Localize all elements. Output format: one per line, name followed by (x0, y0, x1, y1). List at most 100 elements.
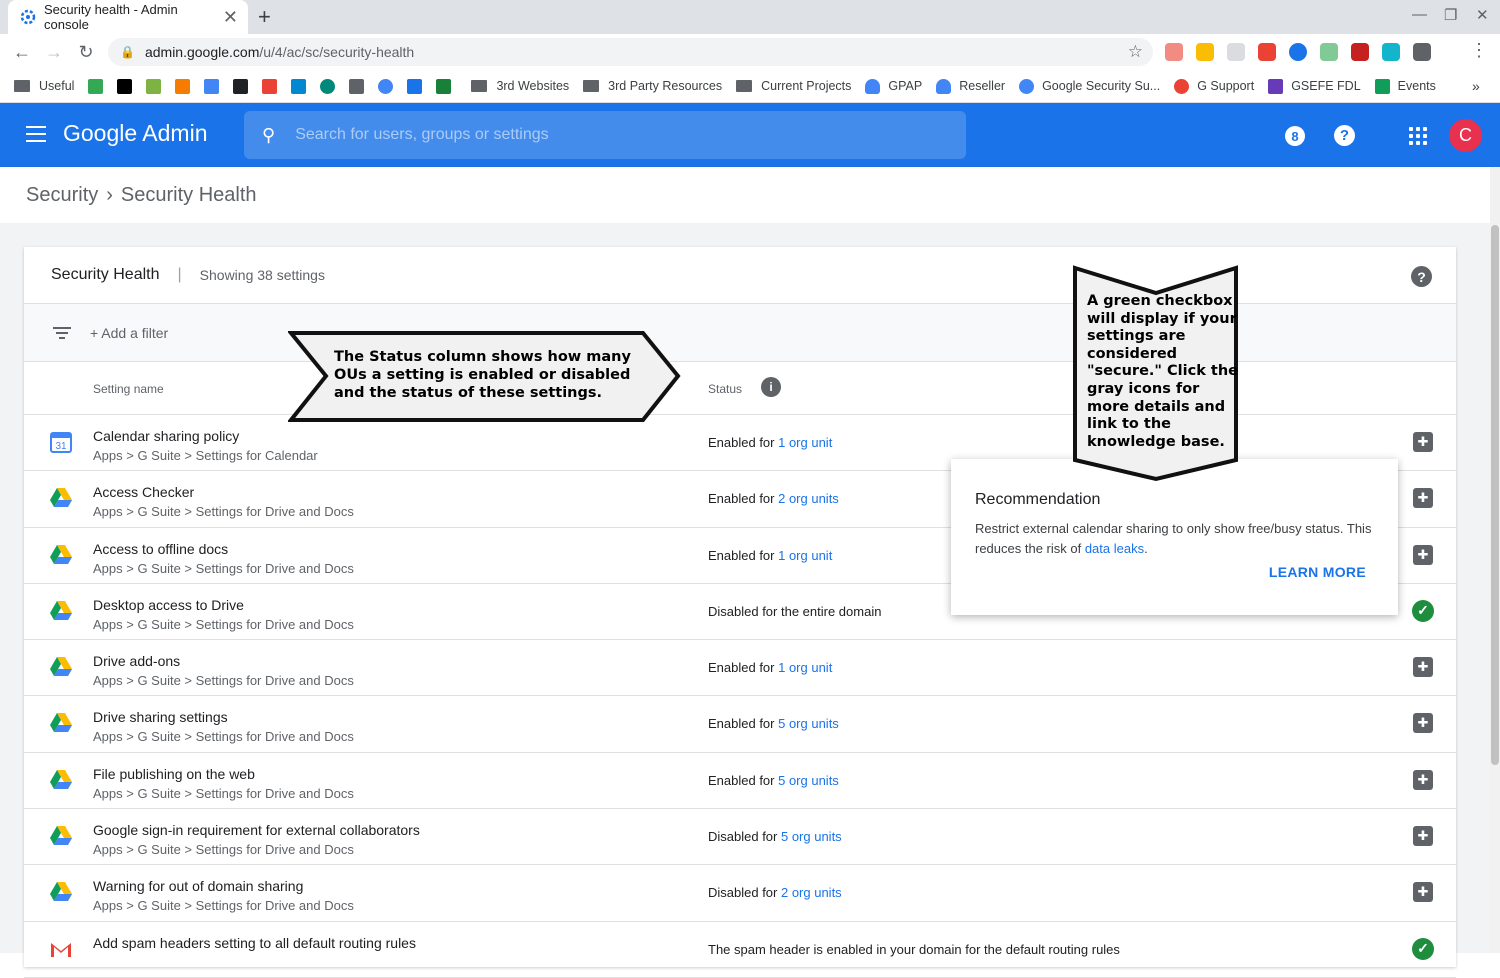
close-tab-icon[interactable]: ✕ (223, 7, 238, 28)
table-row[interactable]: Add spam headers setting to all default … (24, 922, 1456, 978)
table-row[interactable]: Warning for out of domain sharing Apps > … (24, 865, 1456, 922)
column-status[interactable]: Status (708, 382, 742, 396)
back-icon[interactable]: ← (6, 42, 38, 63)
setting-name[interactable]: Warning for out of domain sharing (93, 878, 303, 894)
bookmark-icon[interactable] (436, 78, 452, 94)
extension-icon[interactable] (1351, 43, 1369, 61)
bookmark-reseller[interactable]: Reseller (936, 78, 1005, 94)
bookmark-icon[interactable] (88, 78, 104, 94)
status-info-icon[interactable]: i (761, 377, 781, 397)
org-units-link[interactable]: 5 org units (781, 829, 842, 844)
column-setting-name[interactable]: Setting name (93, 382, 164, 396)
setting-name[interactable]: File publishing on the web (93, 766, 255, 782)
extension-icon[interactable] (1382, 43, 1400, 61)
setting-status: The spam header is enabled in your domai… (708, 942, 1120, 957)
google-admin-logo[interactable]: Google Admin (63, 120, 207, 147)
bookmark-g-support[interactable]: G Support (1174, 78, 1254, 94)
extension-icon[interactable] (1196, 43, 1214, 61)
recommendation-icon[interactable]: ✚ (1413, 488, 1433, 509)
filter-icon[interactable] (52, 324, 72, 342)
admin-search-box[interactable]: ⚲ (244, 111, 966, 159)
org-units-link[interactable]: 5 org units (778, 773, 839, 788)
table-row[interactable]: Drive add-ons Apps > G Suite > Settings f… (24, 640, 1456, 697)
org-units-link[interactable]: 2 org units (781, 885, 842, 900)
bookmark-icon[interactable] (349, 78, 365, 94)
avatar[interactable]: C (1449, 119, 1482, 152)
recommendation-icon[interactable]: ✚ (1413, 769, 1433, 790)
new-tab-icon[interactable]: + (258, 4, 271, 30)
extension-icon[interactable] (1413, 43, 1431, 61)
extension-icon[interactable] (1289, 43, 1307, 61)
minimize-icon[interactable]: — (1412, 6, 1427, 23)
table-row[interactable]: File publishing on the web Apps > G Suite… (24, 753, 1456, 810)
bookmark-icon[interactable] (233, 78, 249, 94)
setting-name[interactable]: Drive sharing settings (93, 709, 228, 725)
org-units-link[interactable]: 5 org units (778, 716, 839, 731)
main-menu-icon[interactable] (26, 126, 46, 147)
setting-name[interactable]: Add spam headers setting to all default … (93, 935, 416, 951)
recommendation-icon[interactable]: ✚ (1413, 713, 1433, 734)
bookmark-icon[interactable] (291, 78, 307, 94)
scrollbar-thumb[interactable] (1491, 225, 1499, 765)
page-scrollbar[interactable] (1490, 167, 1500, 953)
secure-check-icon[interactable]: ✓ (1412, 599, 1434, 622)
card-help-icon[interactable]: ? (1411, 266, 1432, 287)
setting-name[interactable]: Access Checker (93, 484, 194, 500)
bookmark-icon[interactable] (117, 78, 133, 94)
bookmark-useful[interactable]: Useful (14, 79, 74, 93)
more-bookmarks-icon[interactable]: » (1472, 78, 1480, 94)
setting-name[interactable]: Desktop access to Drive (93, 597, 244, 613)
table-row[interactable]: Google sign-in requirement for external … (24, 809, 1456, 866)
reload-icon[interactable]: ↻ (70, 42, 102, 63)
search-input[interactable] (295, 126, 896, 144)
extension-icon[interactable] (1258, 43, 1276, 61)
bookmark-3rd-party-resources[interactable]: 3rd Party Resources (583, 79, 722, 93)
restore-icon[interactable]: ❐ (1444, 6, 1457, 24)
bookmark-icon[interactable] (204, 78, 220, 94)
bookmark-icon[interactable] (262, 78, 278, 94)
setting-name[interactable]: Google sign-in requirement for external … (93, 822, 420, 838)
recommendation-icon[interactable]: ✚ (1413, 882, 1433, 903)
add-filter-button[interactable]: + Add a filter (90, 325, 168, 341)
recommendation-icon[interactable]: ✚ (1413, 657, 1433, 678)
notifications-icon[interactable]: 8 (1285, 126, 1305, 146)
data-leaks-link[interactable]: data leaks (1085, 541, 1144, 556)
bookmark-events[interactable]: Events (1374, 78, 1436, 94)
bookmark-icon[interactable] (407, 78, 423, 94)
window-close-icon[interactable]: ✕ (1476, 6, 1489, 24)
org-units-link[interactable]: 1 org unit (778, 660, 832, 675)
extension-icon[interactable] (1227, 43, 1245, 61)
setting-name[interactable]: Access to offline docs (93, 541, 228, 557)
recommendation-icon[interactable]: ✚ (1413, 826, 1433, 847)
bookmark-star-icon[interactable]: ☆ (1128, 42, 1143, 62)
address-bar[interactable]: 🔒 admin.google.com/u/4/ac/sc/security-he… (108, 38, 1153, 66)
bookmark-gsefe-fdl[interactable]: GSEFE FDL (1268, 78, 1361, 94)
bookmark-icon[interactable] (146, 78, 162, 94)
callout-line: The Status column shows how many (334, 349, 631, 365)
recommendation-icon[interactable]: ✚ (1413, 432, 1433, 452)
table-row[interactable]: Drive sharing settings Apps > G Suite > S… (24, 696, 1456, 753)
bookmark-icon[interactable] (320, 78, 336, 94)
bookmark-icon[interactable] (175, 78, 191, 94)
help-icon[interactable]: ? (1334, 125, 1355, 146)
extension-icon[interactable] (1320, 43, 1338, 61)
setting-name[interactable]: Calendar sharing policy (93, 428, 239, 444)
org-units-link[interactable]: 2 org units (778, 491, 839, 506)
recommendation-icon[interactable]: ✚ (1413, 544, 1433, 565)
org-units-link[interactable]: 1 org unit (778, 435, 832, 450)
setting-name[interactable]: Drive add-ons (93, 653, 180, 669)
browser-tab[interactable]: Security health - Admin console ✕ (8, 0, 248, 34)
bookmark-3rd-websites[interactable]: 3rd Websites (471, 79, 569, 93)
apps-grid-icon[interactable] (1409, 127, 1427, 145)
browser-menu-icon[interactable]: ⋮ (1470, 40, 1488, 61)
breadcrumb-security[interactable]: Security (26, 184, 98, 207)
bookmark-google-security[interactable]: Google Security Su... (1019, 78, 1160, 94)
forward-icon[interactable]: → (38, 42, 70, 63)
secure-check-icon[interactable]: ✓ (1412, 937, 1434, 960)
bookmark-current-projects[interactable]: Current Projects (736, 79, 851, 93)
org-units-link[interactable]: 1 org unit (778, 548, 832, 563)
extension-icon[interactable] (1165, 43, 1183, 61)
google-icon[interactable] (378, 78, 394, 94)
learn-more-button[interactable]: LEARN MORE (1269, 564, 1366, 580)
bookmark-gpap[interactable]: GPAP (865, 78, 922, 94)
